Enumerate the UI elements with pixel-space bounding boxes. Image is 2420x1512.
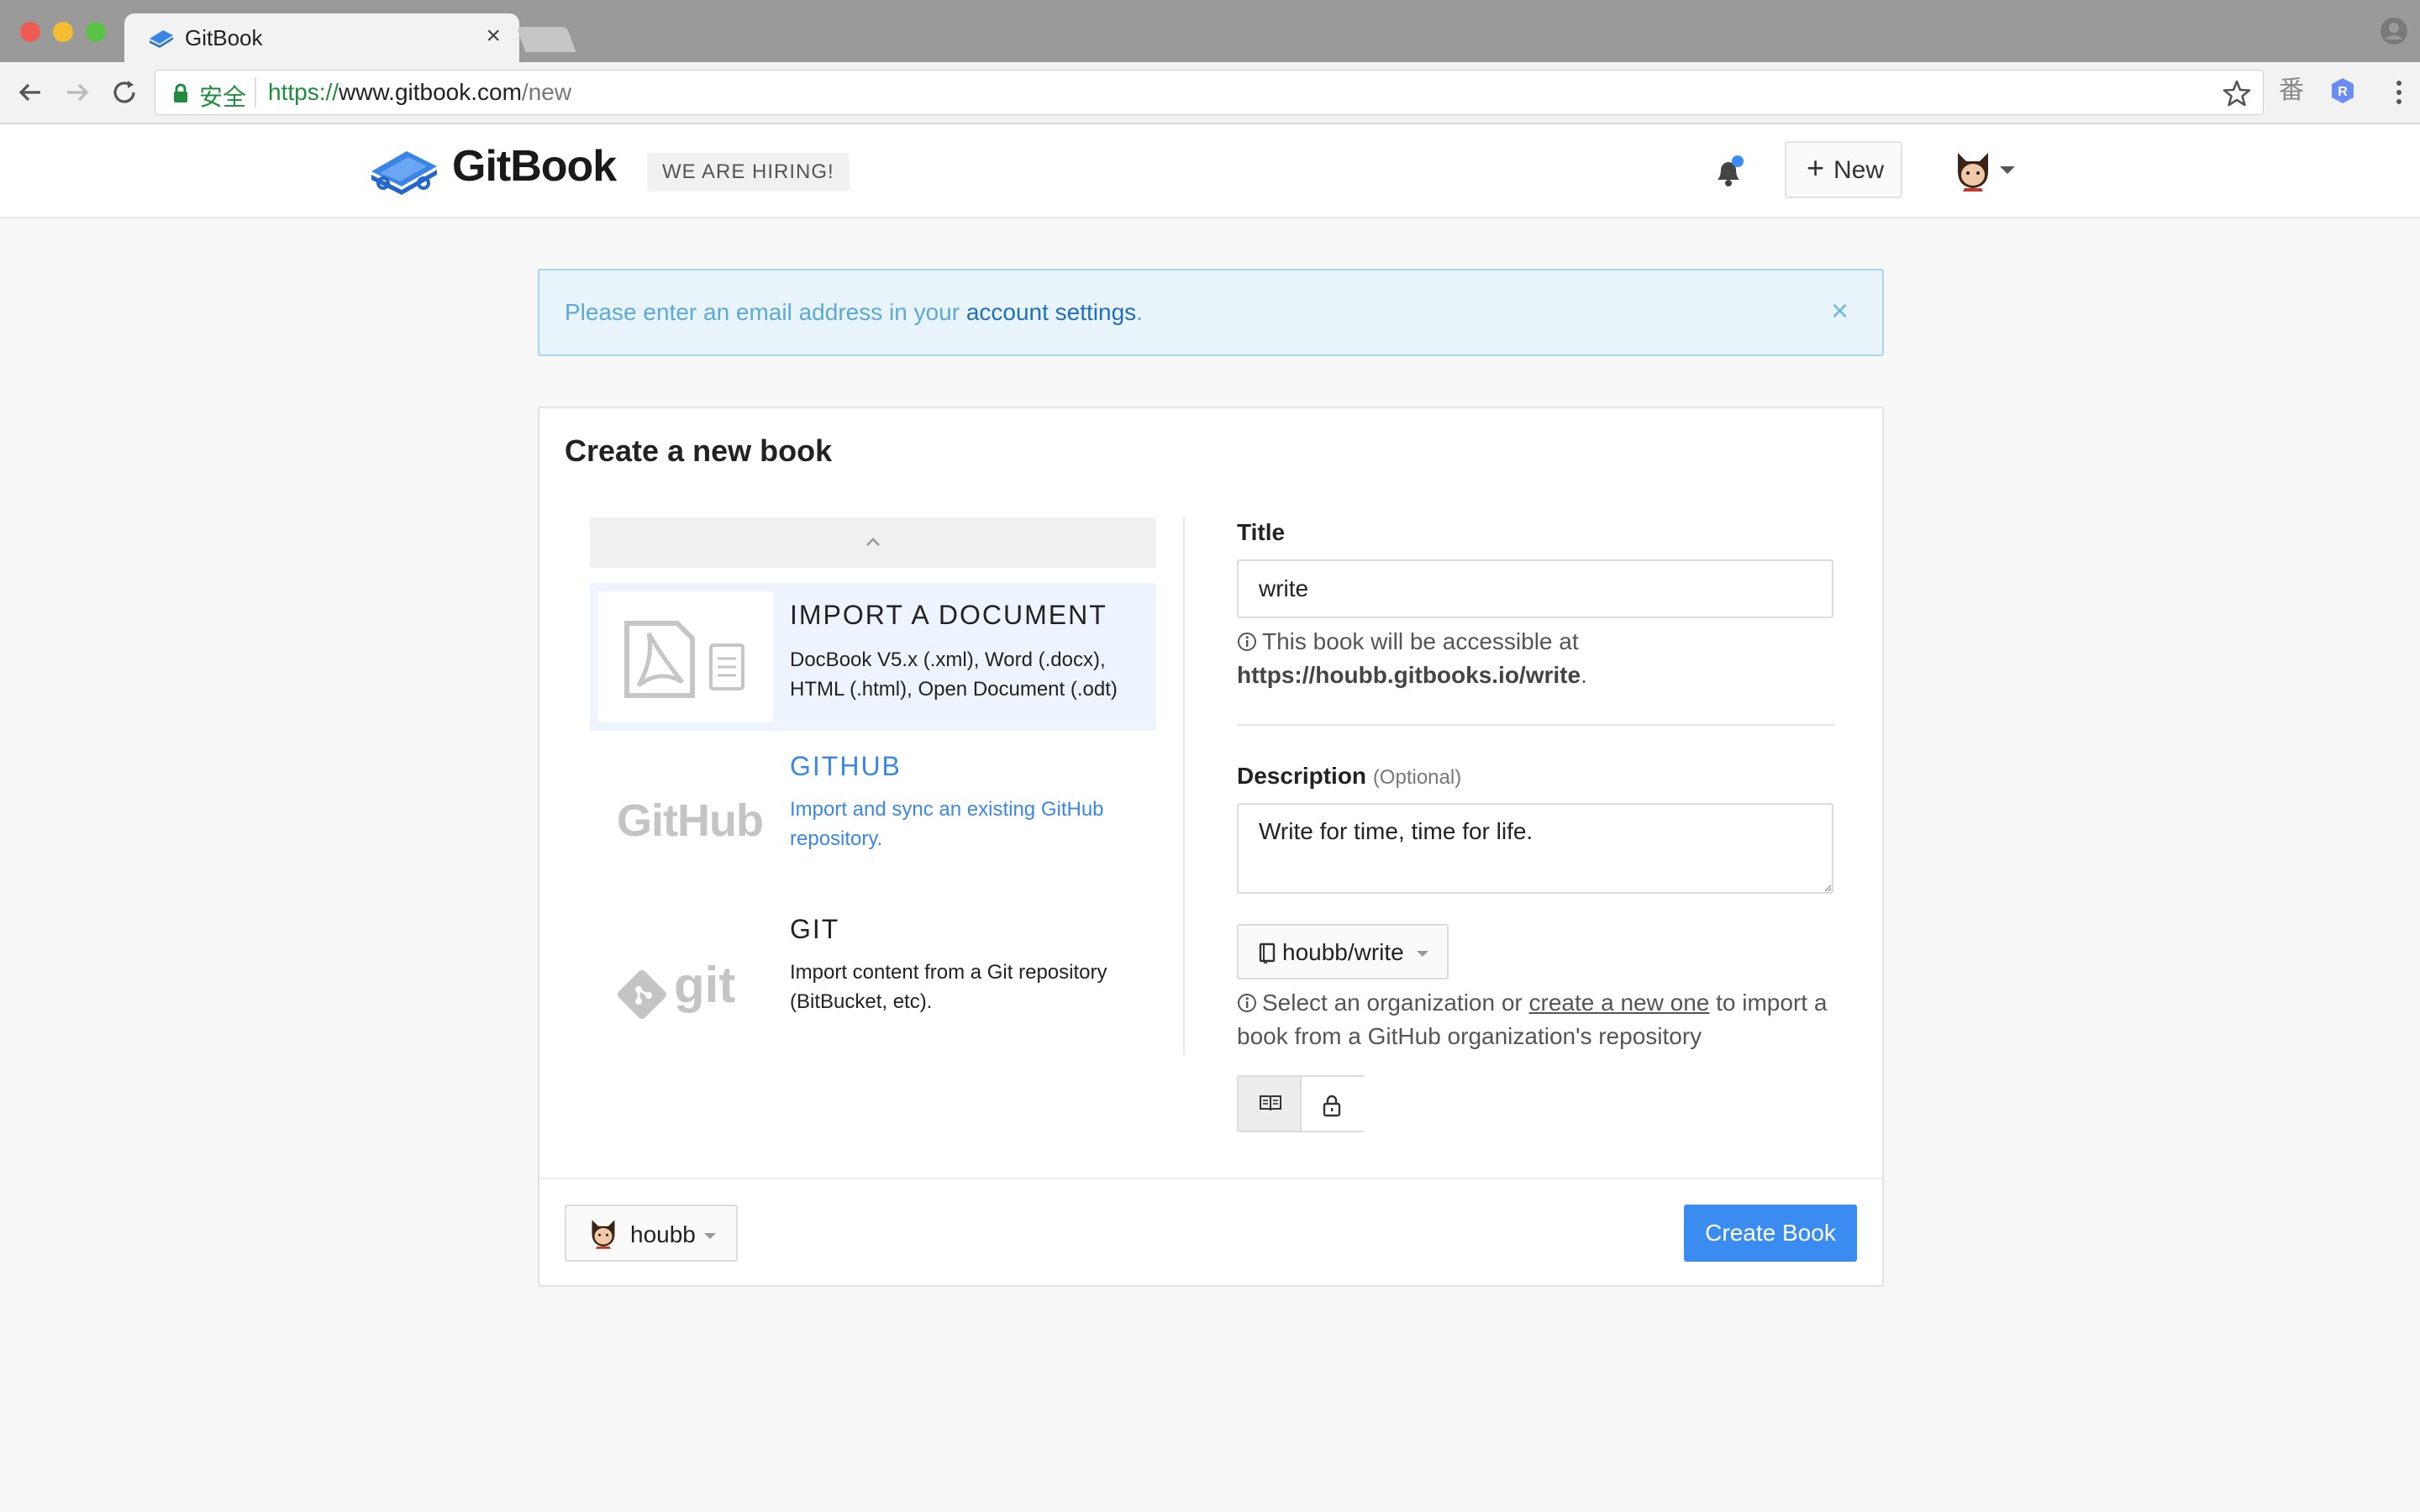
git-diamond-icon: [617, 969, 667, 1020]
alert-close-icon[interactable]: ×: [1831, 296, 1849, 326]
gitbook-logo-icon[interactable]: [368, 143, 440, 198]
browser-tab-strip: GitBook ×: [0, 0, 2420, 64]
create-organization-link[interactable]: create a new one: [1529, 990, 1710, 1016]
alert-text-before: Please enter an email address in your: [565, 299, 966, 325]
public-toggle[interactable]: [1239, 1077, 1302, 1131]
browser-tab[interactable]: GitBook ×: [124, 13, 519, 64]
source-name: IMPORT A DOCUMENT: [790, 600, 1107, 630]
new-button[interactable]: + New: [1785, 141, 1902, 198]
owner-select-button[interactable]: houbb: [565, 1205, 738, 1262]
github-logo: GitHub: [598, 756, 773, 887]
chevron-down-icon: [1417, 951, 1428, 957]
url-path: /new: [521, 79, 572, 105]
browser-menu-icon[interactable]: [2395, 77, 2403, 108]
source-name: GITHUB: [790, 751, 902, 781]
alert-message: Please enter an email address in your ac…: [565, 299, 1143, 326]
lock-icon: [172, 83, 189, 103]
app-header: GitBook WE ARE HIRING! + New: [0, 124, 2420, 218]
url-scheme: https://: [268, 79, 339, 105]
source-option-github[interactable]: GitHub GITHUB Import and sync an existin…: [590, 748, 1156, 895]
owner-avatar: [592, 1220, 615, 1249]
user-avatar[interactable]: [1953, 150, 1993, 192]
alert-text-after: .: [1136, 299, 1143, 325]
create-book-card: Create a new book IMPORT A DOCUMENT DocB…: [538, 407, 1884, 1287]
description-label-text: Description: [1237, 763, 1367, 789]
title-hint: This book will be accessible at https://h…: [1237, 625, 1842, 692]
open-book-icon: [1260, 1095, 1281, 1111]
translate-extension-icon[interactable]: 番: [2279, 76, 2309, 106]
description-textarea[interactable]: Write for time, time for life.: [1237, 803, 1833, 894]
card-title: Create a new book: [565, 433, 833, 468]
source-description: Import content from a Git repository (Bi…: [790, 961, 1107, 1013]
back-arrow-icon[interactable]: [13, 76, 47, 109]
private-toggle[interactable]: [1302, 1077, 1365, 1131]
reload-icon[interactable]: [108, 76, 141, 109]
close-window-button[interactable]: [20, 22, 40, 42]
hiring-badge[interactable]: WE ARE HIRING!: [647, 153, 850, 192]
source-option-git[interactable]: git GIT Import content from a Git reposi…: [590, 911, 1156, 1058]
git-logo: git: [598, 919, 773, 1050]
field-divider: [1237, 724, 1835, 726]
collapse-sources-button[interactable]: [590, 517, 1156, 568]
url-text: https://www.gitbook.com/new: [268, 79, 571, 106]
forward-arrow-icon[interactable]: [60, 76, 94, 109]
repo-select-label: houbb/write: [1282, 939, 1404, 965]
create-book-button[interactable]: Create Book: [1684, 1205, 1857, 1262]
card-footer: houbb Create Book: [539, 1178, 1882, 1287]
info-icon: [1238, 633, 1256, 651]
browser-profile-icon[interactable]: [2380, 17, 2408, 45]
book-url: https://houbb.gitbooks.io/write: [1237, 662, 1581, 688]
description-label: Description (Optional): [1237, 763, 1461, 790]
pdf-document-icon: [624, 621, 744, 698]
email-alert: Please enter an email address in your ac…: [538, 269, 1884, 356]
account-settings-link[interactable]: account settings: [966, 299, 1136, 325]
book-url-suffix: .: [1581, 662, 1587, 688]
owner-select-label: houbb: [630, 1221, 696, 1247]
bookmark-star-icon[interactable]: [2223, 79, 2251, 108]
secure-label: 安全: [199, 84, 247, 110]
url-host: www.gitbook.com: [339, 79, 522, 105]
avatar-dropdown-caret-icon[interactable]: [2000, 166, 2015, 174]
lock-icon: [1323, 1095, 1341, 1117]
address-bar[interactable]: 安全 https://www.gitbook.com/new: [155, 70, 2264, 115]
gitbook-logo-text[interactable]: GitBook: [452, 141, 617, 192]
description-optional: (Optional): [1372, 766, 1462, 789]
source-description: DocBook V5.x (.xml), Word (.docx), HTML …: [790, 648, 1118, 701]
zoom-window-button[interactable]: [86, 22, 106, 42]
new-button-label: New: [1833, 156, 1885, 184]
org-hint: Select an organization or create a new o…: [1237, 986, 1842, 1053]
import-document-thumbnail: [598, 591, 773, 722]
minimize-window-button[interactable]: [53, 22, 73, 42]
chevron-up-icon: [866, 538, 880, 546]
source-name: GIT: [790, 914, 840, 944]
title-hint-text: This book will be accessible at: [1262, 628, 1579, 654]
tab-close-icon[interactable]: ×: [486, 24, 501, 49]
extension-badge-icon[interactable]: R: [2328, 76, 2358, 106]
title-label: Title: [1237, 519, 1286, 545]
new-tab-button[interactable]: [516, 27, 576, 52]
tab-title: GitBook: [185, 25, 263, 50]
info-icon: [1238, 994, 1256, 1012]
plus-icon: +: [1807, 150, 1825, 185]
source-description: Import and sync an existing GitHub repos…: [790, 798, 1104, 850]
chevron-down-icon: [704, 1233, 716, 1239]
visibility-toggle-group: [1237, 1075, 1365, 1132]
url-separator: [255, 77, 256, 108]
notifications-bell-icon[interactable]: [1712, 155, 1744, 188]
browser-toolbar: 安全 https://www.gitbook.com/new 番 R: [0, 62, 2420, 124]
title-input[interactable]: [1237, 559, 1833, 618]
org-hint-before: Select an organization or: [1262, 990, 1529, 1016]
git-logo-text: git: [674, 957, 736, 1013]
source-option-import-document[interactable]: IMPORT A DOCUMENT DocBook V5.x (.xml), W…: [590, 583, 1156, 731]
github-logo-text: GitHub: [617, 795, 764, 846]
repo-book-icon: [1259, 942, 1276, 964]
repo-select-button[interactable]: houbb/write: [1237, 924, 1449, 979]
gitbook-favicon-icon: [148, 27, 175, 50]
svg-text:R: R: [2338, 85, 2348, 99]
column-divider: [1183, 517, 1185, 1055]
